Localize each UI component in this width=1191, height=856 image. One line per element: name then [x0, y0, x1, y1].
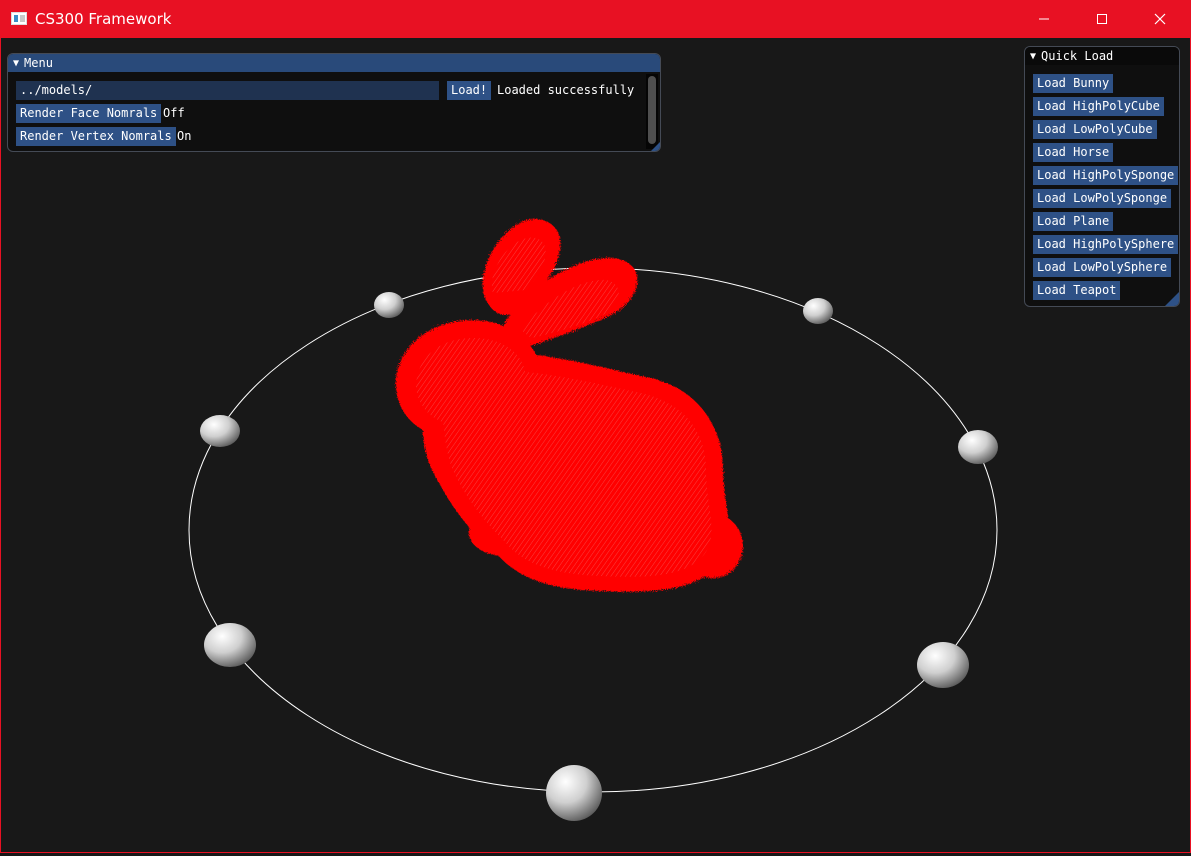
- load-lowpolysponge-button[interactable]: Load LowPolySponge: [1033, 189, 1172, 208]
- load-highpolysphere-button[interactable]: Load HighPolySphere: [1033, 235, 1179, 254]
- light-sphere: [546, 765, 602, 821]
- scene-canvas: [188, 218, 998, 821]
- minimize-button[interactable]: [1015, 0, 1073, 38]
- load-bunny-button[interactable]: Load Bunny: [1033, 74, 1114, 93]
- minimize-icon: [1039, 18, 1049, 20]
- menu-resize-grip[interactable]: [651, 142, 660, 151]
- 3d-viewport[interactable]: [1, 38, 1190, 852]
- load-lowpolycube-button[interactable]: Load LowPolyCube: [1033, 120, 1157, 139]
- window-title: CS300 Framework: [35, 10, 172, 28]
- maximize-button[interactable]: [1073, 0, 1131, 38]
- quick-load-header[interactable]: ▼ Quick Load: [1025, 47, 1179, 65]
- light-sphere: [917, 642, 969, 688]
- quick-load-resize-grip[interactable]: [1165, 292, 1179, 306]
- quick-load-title: Quick Load: [1041, 49, 1114, 63]
- light-sphere: [374, 292, 404, 318]
- load-lowpolysphere-button[interactable]: Load LowPolySphere: [1033, 258, 1172, 277]
- light-sphere: [200, 415, 240, 447]
- maximize-icon: [1097, 14, 1107, 24]
- light-sphere: [803, 298, 833, 324]
- load-highpolysponge-button[interactable]: Load HighPolySponge: [1033, 166, 1179, 185]
- menu-panel[interactable]: ▼ Menu ../models/ Load! Loaded successfu…: [7, 53, 661, 152]
- load-horse-button[interactable]: Load Horse: [1033, 143, 1114, 162]
- face-normals-state: Off: [163, 106, 185, 120]
- load-button[interactable]: Load!: [447, 81, 492, 100]
- app-icon: [11, 12, 27, 25]
- light-sphere: [204, 623, 256, 667]
- load-highpolycube-button[interactable]: Load HighPolyCube: [1033, 97, 1164, 116]
- collapse-arrow-icon[interactable]: ▼: [1030, 51, 1036, 62]
- collapse-arrow-icon[interactable]: ▼: [13, 58, 19, 69]
- bunny-model: [395, 218, 743, 592]
- light-sphere: [958, 430, 998, 464]
- menu-scrollbar-thumb[interactable]: [648, 76, 656, 144]
- quick-load-panel[interactable]: ▼ Quick Load Load Bunny Load HighPolyCub…: [1024, 46, 1180, 307]
- menu-panel-title: Menu: [24, 56, 53, 70]
- render-face-normals-button[interactable]: Render Face Nomrals: [16, 104, 162, 123]
- title-bar[interactable]: CS300 Framework: [0, 0, 1191, 38]
- model-path-input[interactable]: ../models/: [16, 81, 439, 100]
- menu-scrollbar[interactable]: [646, 74, 658, 149]
- load-teapot-button[interactable]: Load Teapot: [1033, 281, 1121, 300]
- menu-panel-header[interactable]: ▼ Menu: [8, 54, 660, 72]
- load-plane-button[interactable]: Load Plane: [1033, 212, 1114, 231]
- load-status-text: Loaded successfully: [497, 83, 635, 97]
- render-vertex-normals-button[interactable]: Render Vertex Nomrals: [16, 127, 176, 146]
- close-icon: [1154, 13, 1166, 25]
- close-button[interactable]: [1131, 0, 1189, 38]
- vertex-normals-state: On: [177, 129, 192, 143]
